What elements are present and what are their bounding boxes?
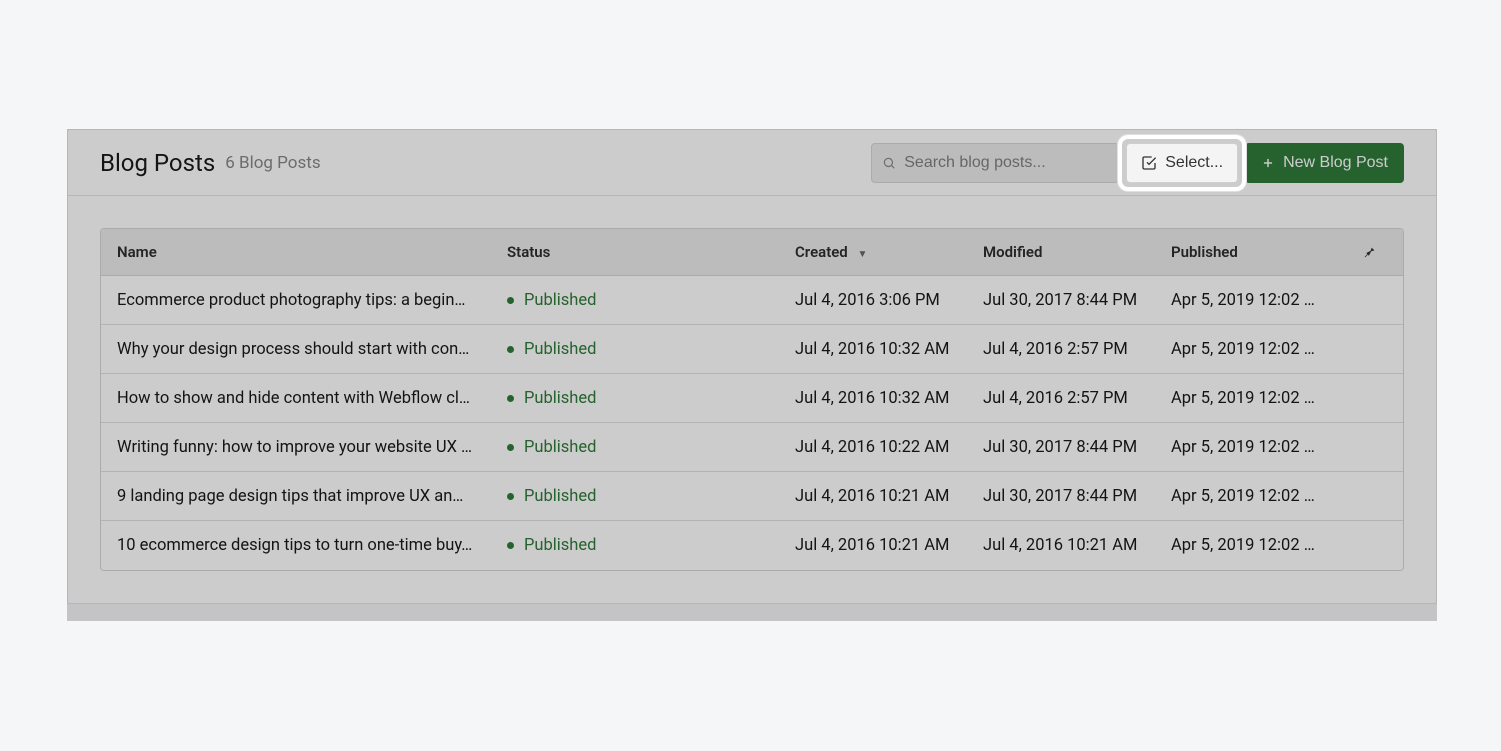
blog-posts-panel: Blog Posts 6 Blog Posts Select... New Bl… <box>67 129 1437 604</box>
select-check-icon <box>1141 155 1157 171</box>
status-label: Published <box>524 487 596 506</box>
column-header-created[interactable]: Created ▼ <box>795 243 983 261</box>
blog-posts-table: Name Status Created ▼ Modified Published… <box>100 228 1404 571</box>
status-label: Published <box>524 438 596 457</box>
cell-created: Jul 4, 2016 10:32 AM <box>795 340 983 359</box>
column-header-modified[interactable]: Modified <box>983 243 1171 261</box>
column-header-created-label: Created <box>795 243 848 261</box>
cell-modified: Jul 4, 2016 2:57 PM <box>983 340 1171 359</box>
table-row[interactable]: Writing funny: how to improve your websi… <box>101 423 1403 472</box>
cell-name: Ecommerce product photography tips: a be… <box>101 291 507 310</box>
cell-published: Apr 5, 2019 12:02 … <box>1171 389 1363 408</box>
pin-icon[interactable] <box>1363 246 1403 259</box>
table-row[interactable]: Why your design process should start wit… <box>101 325 1403 374</box>
cell-created: Jul 4, 2016 3:06 PM <box>795 291 983 310</box>
select-button[interactable]: Select... <box>1126 143 1238 183</box>
cell-status: Published <box>507 389 795 408</box>
status-dot-icon <box>507 346 514 353</box>
cell-status: Published <box>507 487 795 506</box>
column-header-published[interactable]: Published <box>1171 243 1363 261</box>
cell-published: Apr 5, 2019 12:02 … <box>1171 340 1363 359</box>
sort-desc-icon: ▼ <box>857 249 867 260</box>
cell-status: Published <box>507 536 795 555</box>
cell-created: Jul 4, 2016 10:32 AM <box>795 389 983 408</box>
new-blog-post-button[interactable]: New Blog Post <box>1245 143 1404 183</box>
status-dot-icon <box>507 542 514 549</box>
cell-name: How to show and hide content with Webflo… <box>101 389 507 408</box>
page-subtitle: 6 Blog Posts <box>225 153 320 173</box>
status-label: Published <box>524 536 596 555</box>
status-dot-icon <box>507 444 514 451</box>
table-row[interactable]: Ecommerce product photography tips: a be… <box>101 276 1403 325</box>
status-dot-icon <box>507 395 514 402</box>
cell-name: 9 landing page design tips that improve … <box>101 487 507 506</box>
search-icon <box>882 156 896 170</box>
cell-created: Jul 4, 2016 10:21 AM <box>795 487 983 506</box>
status-label: Published <box>524 340 596 359</box>
cell-published: Apr 5, 2019 12:02 … <box>1171 487 1363 506</box>
cell-modified: Jul 30, 2017 8:44 PM <box>983 487 1171 506</box>
table-body: Ecommerce product photography tips: a be… <box>101 276 1403 570</box>
table-row[interactable]: 9 landing page design tips that improve … <box>101 472 1403 521</box>
cell-name: 10 ecommerce design tips to turn one-tim… <box>101 536 507 555</box>
search-field[interactable] <box>871 143 1119 183</box>
cell-status: Published <box>507 340 795 359</box>
cell-modified: Jul 30, 2017 8:44 PM <box>983 291 1171 310</box>
table-row[interactable]: 10 ecommerce design tips to turn one-tim… <box>101 521 1403 570</box>
table-row[interactable]: How to show and hide content with Webflo… <box>101 374 1403 423</box>
status-dot-icon <box>507 297 514 304</box>
cell-created: Jul 4, 2016 10:21 AM <box>795 536 983 555</box>
panel-header: Blog Posts 6 Blog Posts Select... New Bl… <box>68 130 1436 196</box>
cell-status: Published <box>507 438 795 457</box>
cell-modified: Jul 30, 2017 8:44 PM <box>983 438 1171 457</box>
cell-modified: Jul 4, 2016 10:21 AM <box>983 536 1171 555</box>
cell-created: Jul 4, 2016 10:22 AM <box>795 438 983 457</box>
column-header-status[interactable]: Status <box>507 243 795 261</box>
page-title: Blog Posts <box>100 149 215 177</box>
cell-name: Writing funny: how to improve your websi… <box>101 438 507 457</box>
cell-published: Apr 5, 2019 12:02 … <box>1171 291 1363 310</box>
select-button-label: Select... <box>1165 154 1223 172</box>
cell-name: Why your design process should start wit… <box>101 340 507 359</box>
plus-icon <box>1261 156 1275 170</box>
cell-published: Apr 5, 2019 12:02 … <box>1171 536 1363 555</box>
new-button-label: New Blog Post <box>1283 154 1388 172</box>
status-label: Published <box>524 389 596 408</box>
header-actions: Select... New Blog Post <box>871 143 1404 183</box>
table-header-row: Name Status Created ▼ Modified Published <box>101 229 1403 276</box>
cell-modified: Jul 4, 2016 2:57 PM <box>983 389 1171 408</box>
status-label: Published <box>524 291 596 310</box>
table-container: Name Status Created ▼ Modified Published… <box>68 196 1436 603</box>
search-input[interactable] <box>904 154 1108 172</box>
cell-published: Apr 5, 2019 12:02 … <box>1171 438 1363 457</box>
status-dot-icon <box>507 493 514 500</box>
cell-status: Published <box>507 291 795 310</box>
column-header-name[interactable]: Name <box>101 243 507 261</box>
